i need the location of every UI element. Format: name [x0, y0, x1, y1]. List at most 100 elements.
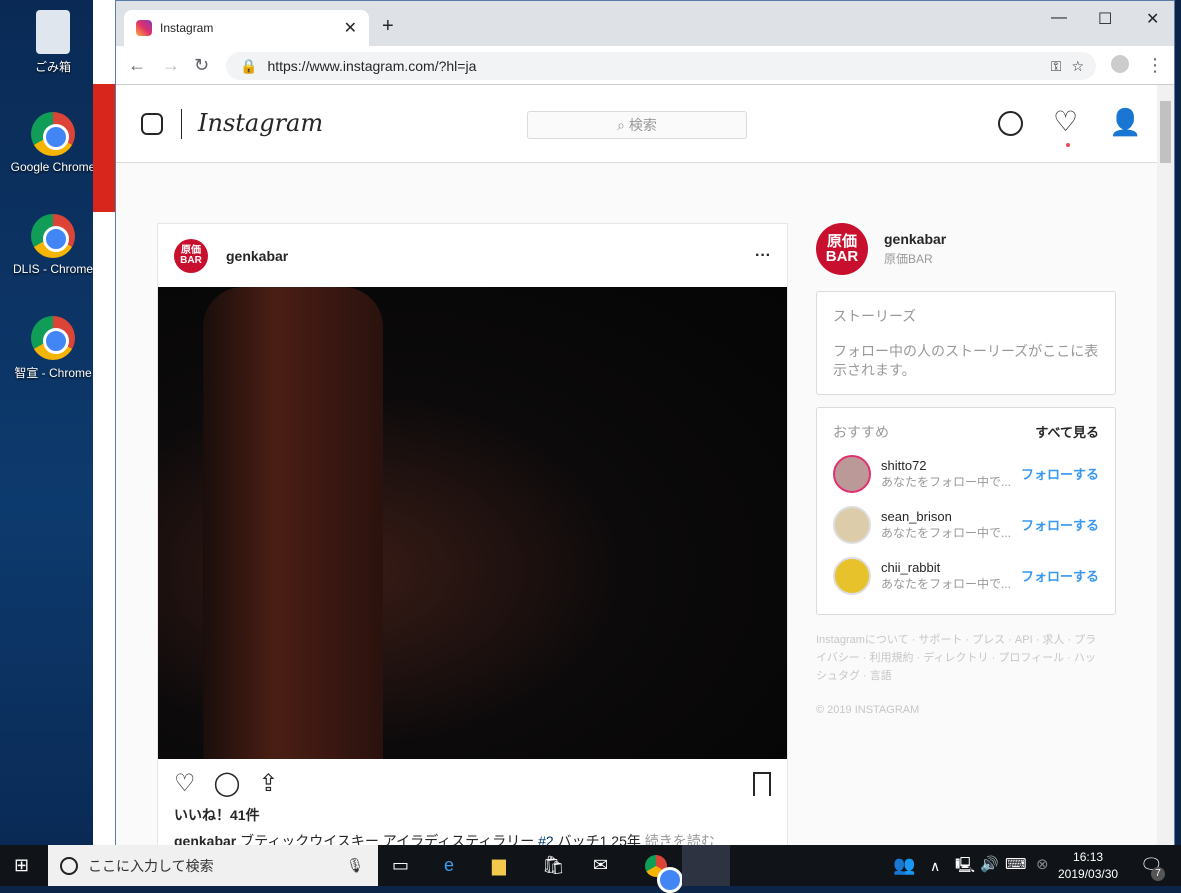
microphone-icon[interactable]: 🎙: [346, 857, 364, 874]
footer-links[interactable]: Instagramについて · サポート · プレス · API · 求人 · …: [816, 631, 1101, 685]
background-banner: [93, 84, 115, 212]
avatar[interactable]: [833, 505, 871, 544]
chrome-icon: [31, 112, 75, 156]
address-bar[interactable]: 🔒 https://www.instagram.com/?hl=ja ⚿ ☆: [226, 52, 1096, 80]
scrollbar-thumb[interactable]: [1160, 101, 1171, 163]
explore-compass-icon[interactable]: [998, 111, 1023, 136]
bookmark-star-icon[interactable]: ☆: [1071, 58, 1084, 75]
like-heart-icon[interactable]: ♡: [174, 769, 196, 798]
forward-button[interactable]: →: [162, 55, 180, 76]
people-icon[interactable]: 👥: [893, 855, 915, 876]
save-bookmark-icon[interactable]: [753, 772, 771, 796]
taskbar: ⊞ ここに入力して検索 🎙 ▭ e ▆ 🛍 ✉ 👥 ∧ 🖳 🔊 ⌨ ⊗ 16:13…: [0, 845, 1181, 893]
instagram-favicon-icon: [136, 20, 152, 36]
suggestion-username[interactable]: chii_rabbit: [881, 560, 1011, 575]
close-window-button[interactable]: ✕: [1146, 9, 1159, 29]
search-input[interactable]: ⌕ 検索: [527, 111, 747, 139]
windows-start-icon[interactable]: ⊞: [14, 855, 29, 876]
avatar[interactable]: [833, 556, 871, 595]
close-tab-icon[interactable]: ✕: [344, 18, 357, 38]
mail-icon[interactable]: ✉: [593, 855, 608, 876]
avatar[interactable]: 原価 BAR: [174, 238, 208, 273]
notification-count-badge: 7: [1151, 867, 1165, 881]
share-icon[interactable]: ⇪: [258, 769, 278, 798]
background-window[interactable]: [93, 0, 115, 845]
stories-title: ストーリーズ: [833, 308, 917, 324]
stories-box: ストーリーズ フォロー中の人のストーリーズがここに表示されます。: [816, 291, 1116, 395]
scrollbar[interactable]: [1157, 85, 1174, 846]
browser-window: Instagram ✕ + — ☐ ✕ ← → ↻ 🔒 https://www.in…: [115, 0, 1175, 846]
suggestions-title: おすすめ: [833, 424, 889, 440]
keyboard-icon[interactable]: ⌨: [1005, 855, 1027, 873]
sidebar-username[interactable]: genkabar: [884, 231, 946, 247]
taskbar-search-input[interactable]: ここに入力して検索 🎙: [48, 845, 378, 886]
file-explorer-icon[interactable]: ▆: [492, 855, 506, 876]
suggestion-subtitle: あなたをフォロー中で...: [881, 525, 1012, 540]
avatar[interactable]: 原価 BAR: [816, 223, 868, 275]
post-image[interactable]: [158, 287, 787, 759]
desktop: ごみ箱 Google Chrome DLIS - Chrome 智宣 - Chr…: [0, 0, 95, 845]
suggestions-header: おすすめ すべて見る: [817, 422, 1115, 448]
store-icon[interactable]: 🛍: [542, 855, 565, 876]
comment-icon[interactable]: ◯: [214, 769, 241, 798]
follow-button[interactable]: フォローする: [1021, 566, 1099, 585]
suggestion-username[interactable]: shitto72: [881, 458, 1011, 473]
like-count[interactable]: いいね！41件: [174, 805, 260, 825]
whisky-bottle-image: [203, 287, 383, 759]
suggestion-username[interactable]: sean_brison: [881, 509, 1011, 524]
desktop-icon-recycle-bin[interactable]: ごみ箱: [3, 10, 103, 75]
new-tab-button[interactable]: +: [382, 15, 394, 38]
chrome-icon: [31, 214, 75, 258]
ime-off-icon[interactable]: ⊗: [1036, 855, 1049, 873]
stories-text: フォロー中の人のストーリーズがここに表示されます。: [833, 343, 1099, 378]
see-all-link[interactable]: すべて見る: [1035, 422, 1099, 442]
desktop-icon-dlis-chrome[interactable]: DLIS - Chrome: [3, 214, 103, 276]
post-actions: ♡ ◯ ⇪: [174, 769, 278, 798]
menu-icon[interactable]: ⋮: [1146, 55, 1164, 76]
tab-instagram[interactable]: Instagram ✕: [124, 10, 369, 46]
divider: [181, 109, 182, 139]
suggestion-item: shitto72 あなたをフォロー中で... フォローする: [817, 448, 1115, 499]
post-header: 原価 BAR genkabar ···: [158, 224, 787, 287]
follow-button[interactable]: フォローする: [1021, 464, 1099, 483]
suggestion-subtitle: あなたをフォロー中で...: [881, 474, 1012, 489]
chrome-active-taskbar-button[interactable]: [682, 845, 730, 886]
sidebar-fullname: 原価BAR: [884, 252, 933, 266]
chrome-taskbar-icon[interactable]: [645, 855, 683, 893]
instagram-header: Instagram ⌕ 検索 ♡ 👤: [116, 85, 1158, 163]
maximize-button[interactable]: ☐: [1098, 9, 1112, 29]
recycle-bin-icon: [36, 10, 70, 54]
network-icon[interactable]: 🖳: [955, 855, 975, 880]
suggestions-box: おすすめ すべて見る shitto72 あなたをフォロー中で... フォローする se…: [816, 407, 1116, 615]
minimize-button[interactable]: —: [1051, 9, 1067, 27]
more-options-icon[interactable]: ···: [755, 247, 771, 265]
sidebar-profile: 原価 BAR genkabar 原価BAR: [816, 223, 1116, 275]
suggestion-subtitle: あなたをフォロー中で...: [881, 576, 1012, 591]
profile-avatar[interactable]: [1111, 55, 1129, 73]
follow-button[interactable]: フォローする: [1021, 515, 1099, 534]
reload-button[interactable]: ↻: [194, 55, 209, 76]
activity-heart-icon[interactable]: ♡: [1053, 105, 1078, 138]
post-caption: genkabar ブティックウイスキー アイラディスティラリー #2 バッチ1 …: [174, 831, 715, 846]
suggestion-item: sean_brison あなたをフォロー中で... フォローする: [817, 499, 1115, 550]
back-button[interactable]: ←: [128, 55, 146, 76]
desktop-icon-chrome-profile[interactable]: 智宣 - Chrome: [3, 316, 103, 381]
key-icon[interactable]: ⚿: [1051, 58, 1062, 75]
avatar[interactable]: [833, 454, 871, 493]
instagram-camera-icon[interactable]: [141, 113, 163, 135]
chrome-icon: [31, 316, 75, 360]
edge-icon[interactable]: e: [444, 855, 454, 876]
cortana-icon: [60, 856, 78, 875]
post-card: 原価 BAR genkabar ··· ♡ ◯ ⇪ いいね！41件 genkaba…: [157, 223, 788, 846]
show-hidden-icons[interactable]: ∧: [930, 858, 940, 875]
desktop-icon-google-chrome[interactable]: Google Chrome: [3, 112, 103, 174]
profile-icon[interactable]: 👤: [1109, 107, 1141, 138]
instagram-page: Instagram ⌕ 検索 ♡ 👤 原価 BAR genkabar ··· ♡ …: [116, 85, 1158, 846]
volume-icon[interactable]: 🔊: [980, 855, 999, 873]
lock-icon: 🔒: [240, 57, 258, 74]
post-username[interactable]: genkabar: [226, 248, 288, 264]
instagram-logo[interactable]: Instagram: [198, 109, 323, 137]
copyright: © 2019 INSTAGRAM: [816, 704, 920, 716]
clock[interactable]: 16:13 2019/03/30: [1058, 849, 1118, 883]
task-view-icon[interactable]: ▭: [392, 855, 409, 876]
